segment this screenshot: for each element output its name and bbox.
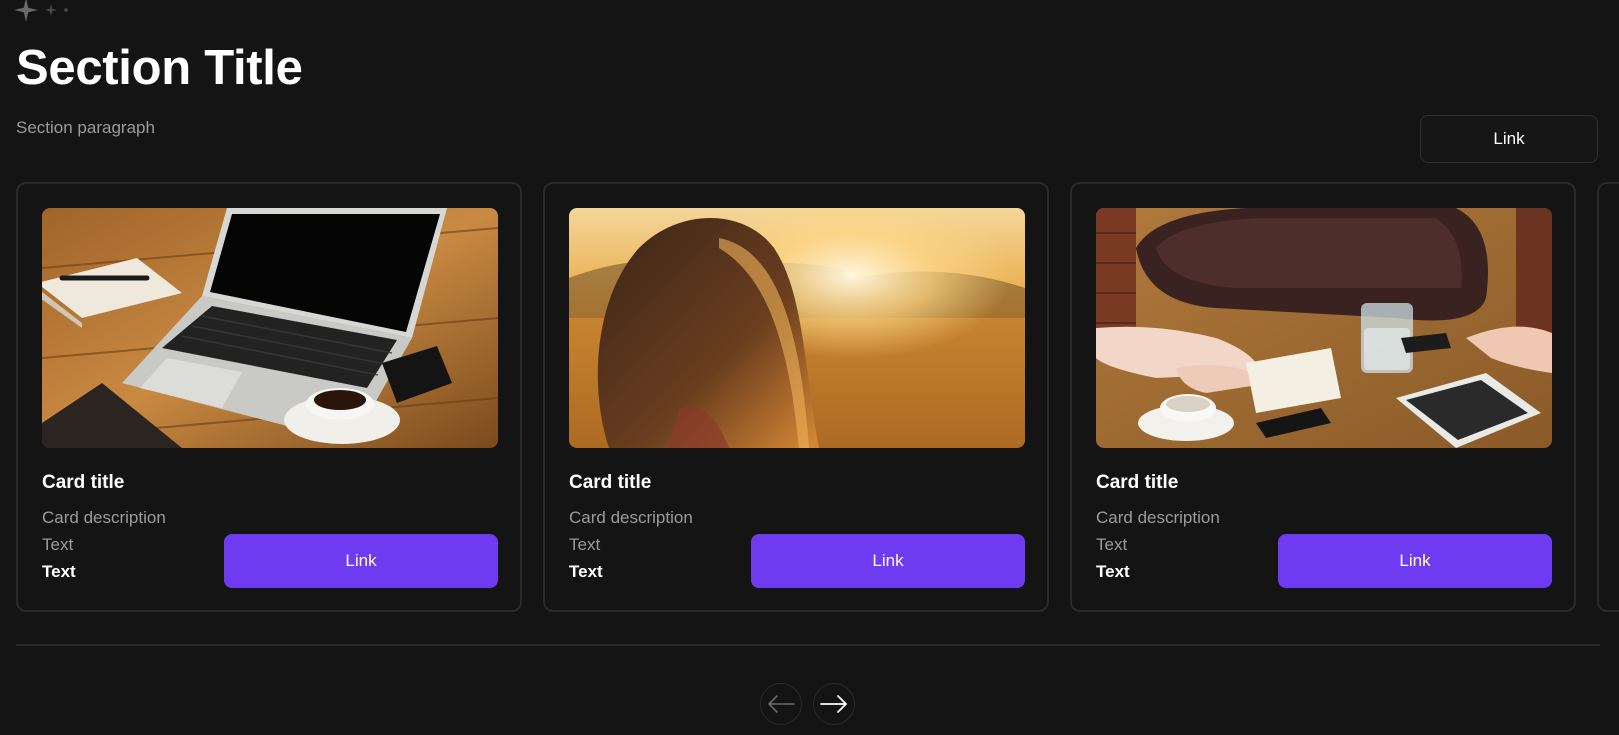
card: Card title Card description Text Text Li…	[543, 182, 1049, 612]
card-title: Card title	[1096, 472, 1179, 493]
card-description: Card description	[1096, 508, 1220, 527]
carousel-section: Section Title Section paragraph Link Car…	[0, 0, 1619, 735]
card-link-button[interactable]: Link	[751, 534, 1025, 588]
card-image-sunset-girl	[569, 208, 1025, 448]
card: Card title Card description Text Text Li…	[16, 182, 522, 612]
card-title: Card title	[42, 472, 125, 493]
card-image-cafe-table	[1096, 208, 1552, 448]
card-link-button[interactable]: Link	[224, 534, 498, 588]
card-link-button[interactable]: Link	[1278, 534, 1552, 588]
card-text-bold: Text	[1096, 562, 1130, 581]
card: Card title Card description Text Text Li…	[1070, 182, 1576, 612]
card-text-bold: Text	[42, 562, 76, 581]
card-title: Card title	[569, 472, 652, 493]
arrow-left-icon	[768, 695, 795, 713]
divider	[16, 644, 1600, 646]
card-image-laptop	[42, 208, 498, 448]
sparkle-icon	[14, 0, 68, 22]
arrow-right-icon	[820, 695, 847, 713]
card-partial	[1597, 182, 1619, 612]
section-link-button[interactable]: Link	[1420, 115, 1598, 163]
card-text: Text	[569, 535, 601, 554]
card-text: Text	[42, 535, 74, 554]
section-title: Section Title	[16, 41, 303, 95]
card-description: Card description	[42, 508, 166, 527]
card-text: Text	[1096, 535, 1128, 554]
carousel-next-button[interactable]	[813, 683, 855, 725]
card-text-bold: Text	[569, 562, 603, 581]
card-description: Card description	[569, 508, 693, 527]
section-paragraph: Section paragraph	[16, 118, 155, 137]
carousel-prev-button[interactable]	[760, 683, 802, 725]
